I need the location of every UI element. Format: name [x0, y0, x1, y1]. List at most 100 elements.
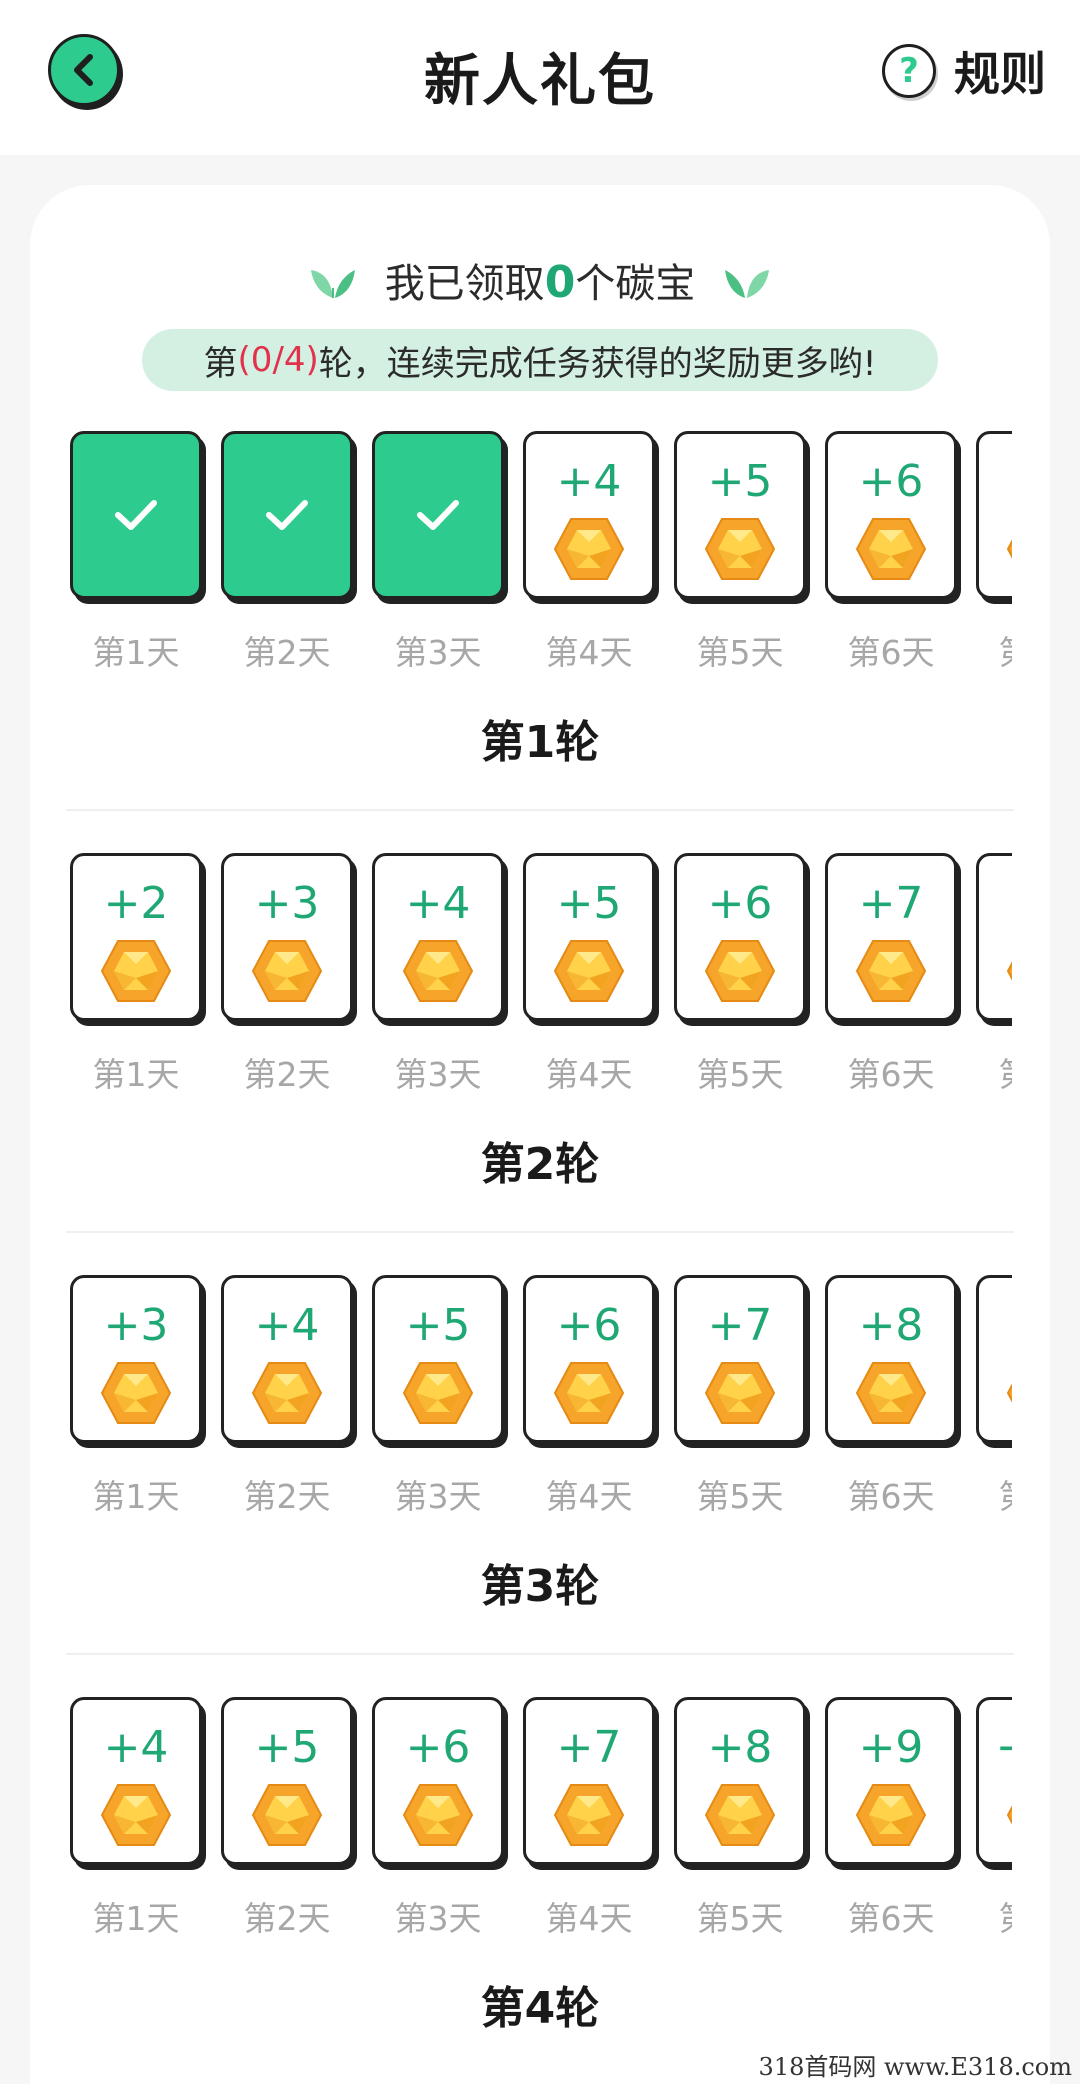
- day-list[interactable]: 第1天 第2天 第3天 +4 第4天 +5 第5天 +6 第6天 +7 第7天: [70, 431, 1012, 681]
- gem-icon: [402, 1362, 474, 1424]
- reward-tile[interactable]: +6: [825, 431, 957, 599]
- reward-tile[interactable]: +10: [976, 1697, 1012, 1865]
- reward-tile[interactable]: +7: [523, 1697, 655, 1865]
- day-item[interactable]: +6 第4天: [523, 1275, 655, 1525]
- reward-amount: +6: [707, 878, 773, 929]
- day-item[interactable]: +6 第3天: [372, 1697, 504, 1947]
- day-item[interactable]: +8 第6天: [825, 1275, 957, 1525]
- reward-amount: +4: [405, 878, 471, 929]
- reward-tile[interactable]: +7: [674, 1275, 806, 1443]
- leaf-left-icon: [310, 270, 355, 298]
- day-item[interactable]: 第3天: [372, 431, 504, 681]
- reward-tile[interactable]: +6: [523, 1275, 655, 1443]
- day-list[interactable]: +3 第1天 +4 第2天 +5 第3天 +6 第4天 +7 第5天 +8 第6天 +9 第7天: [70, 1275, 1012, 1525]
- reward-tile[interactable]: +4: [372, 853, 504, 1021]
- day-item[interactable]: +6 第5天: [674, 853, 806, 1103]
- round-1: 第1天 第2天 第3天 +4 第4天 +5 第5天 +6 第6天 +7 第7天第1轮: [30, 431, 1050, 811]
- reward-tile[interactable]: +8: [674, 1697, 806, 1865]
- day-label: 第6天: [847, 633, 935, 672]
- day-item[interactable]: +10 第7天: [976, 1697, 1012, 1947]
- day-item[interactable]: +7 第7天: [976, 431, 1012, 681]
- reward-amount: +4: [103, 1722, 169, 1773]
- day-item[interactable]: +4 第3天: [372, 853, 504, 1103]
- day-item[interactable]: +7 第5天: [674, 1275, 806, 1525]
- day-item[interactable]: +4 第1天: [70, 1697, 202, 1947]
- round-4: +4 第1天 +5 第2天 +6 第3天 +7 第4天 +8 第5天 +9 第6天 +10 第7天第4轮: [30, 1697, 1050, 2067]
- reward-tile[interactable]: +4: [70, 1697, 202, 1865]
- day-label: 第5天: [696, 1055, 784, 1094]
- divider: [66, 1231, 1014, 1233]
- day-item[interactable]: +9 第7天: [976, 1275, 1012, 1525]
- day-list[interactable]: +2 第1天 +3 第2天 +4 第3天 +5 第4天 +6 第5天 +7 第6天 +8 第7天: [70, 853, 1012, 1103]
- reward-amount: +3: [103, 1300, 169, 1351]
- claimed-reward-tile[interactable]: [70, 431, 202, 599]
- day-item[interactable]: +6 第6天: [825, 431, 957, 681]
- reward-tile[interactable]: +5: [372, 1275, 504, 1443]
- day-item[interactable]: +3 第2天: [221, 853, 353, 1103]
- claimed-reward-tile[interactable]: [221, 431, 353, 599]
- day-item[interactable]: 第1天: [70, 431, 202, 681]
- reward-tile[interactable]: +5: [221, 1697, 353, 1865]
- day-item[interactable]: +7 第4天: [523, 1697, 655, 1947]
- rules-button[interactable]: ? 规则: [882, 40, 1046, 102]
- reward-tile[interactable]: +9: [825, 1697, 957, 1865]
- reward-amount: +5: [707, 456, 773, 507]
- day-item[interactable]: +4 第4天: [523, 431, 655, 681]
- collected-summary: 我已领取0个碳宝: [30, 250, 1050, 310]
- reward-tile[interactable]: +5: [674, 431, 806, 599]
- reward-tile[interactable]: +7: [825, 853, 957, 1021]
- day-label: 第1天: [92, 1477, 180, 1516]
- day-label: 第3天: [394, 1899, 482, 1938]
- divider: [66, 1653, 1014, 1655]
- day-label: 第4天: [545, 1899, 633, 1938]
- day-item[interactable]: +5 第2天: [221, 1697, 353, 1947]
- hint-before: 第: [203, 343, 238, 384]
- gem-icon: [251, 1784, 323, 1846]
- reward-tile[interactable]: +3: [221, 853, 353, 1021]
- round-2: +2 第1天 +3 第2天 +4 第3天 +5 第4天 +6 第5天 +7 第6天 +8 第7天第2轮: [30, 853, 1050, 1233]
- day-label: 第6天: [847, 1899, 935, 1938]
- reward-tile[interactable]: +7: [976, 431, 1012, 599]
- claimed-reward-tile[interactable]: [372, 431, 504, 599]
- day-item[interactable]: +5 第4天: [523, 853, 655, 1103]
- day-list[interactable]: +4 第1天 +5 第2天 +6 第3天 +7 第4天 +8 第5天 +9 第6天 +10 第7天: [70, 1697, 1012, 1947]
- day-label: 第5天: [696, 1899, 784, 1938]
- reward-tile[interactable]: +4: [523, 431, 655, 599]
- reward-amount: +3: [254, 878, 320, 929]
- gem-icon: [251, 940, 323, 1002]
- reward-tile[interactable]: +8: [825, 1275, 957, 1443]
- round-title: 第4轮: [480, 1983, 600, 2034]
- day-item[interactable]: +3 第1天: [70, 1275, 202, 1525]
- check-icon: [417, 500, 459, 530]
- reward-tile[interactable]: +4: [221, 1275, 353, 1443]
- reward-tile[interactable]: +2: [70, 853, 202, 1021]
- day-label: 第2天: [243, 1477, 331, 1516]
- reward-tile[interactable]: +9: [976, 1275, 1012, 1443]
- gem-icon: [1006, 1383, 1012, 1403]
- day-label: 第6天: [847, 1055, 935, 1094]
- day-item[interactable]: 第2天: [221, 431, 353, 681]
- reward-tile[interactable]: +6: [372, 1697, 504, 1865]
- gem-icon: [100, 1362, 172, 1424]
- gem-icon: [704, 518, 776, 580]
- reward-tile[interactable]: +3: [70, 1275, 202, 1443]
- gem-icon: [100, 940, 172, 1002]
- day-item[interactable]: +8 第7天: [976, 853, 1012, 1103]
- reward-tile[interactable]: +6: [674, 853, 806, 1021]
- day-label: 第4天: [545, 1055, 633, 1094]
- divider: [66, 809, 1014, 811]
- day-item[interactable]: +8 第5天: [674, 1697, 806, 1947]
- day-item[interactable]: +5 第3天: [372, 1275, 504, 1525]
- gem-icon: [855, 940, 927, 1002]
- day-item[interactable]: +2 第1天: [70, 853, 202, 1103]
- reward-amount: +6: [858, 456, 924, 507]
- reward-tile[interactable]: +5: [523, 853, 655, 1021]
- day-item[interactable]: +5 第5天: [674, 431, 806, 681]
- day-item[interactable]: +7 第6天: [825, 853, 957, 1103]
- reward-tile[interactable]: +8: [976, 853, 1012, 1021]
- reward-amount: +7: [556, 1722, 622, 1773]
- day-item[interactable]: +9 第6天: [825, 1697, 957, 1947]
- day-item[interactable]: +4 第2天: [221, 1275, 353, 1525]
- reward-amount: +8: [707, 1722, 773, 1773]
- gem-icon: [855, 518, 927, 580]
